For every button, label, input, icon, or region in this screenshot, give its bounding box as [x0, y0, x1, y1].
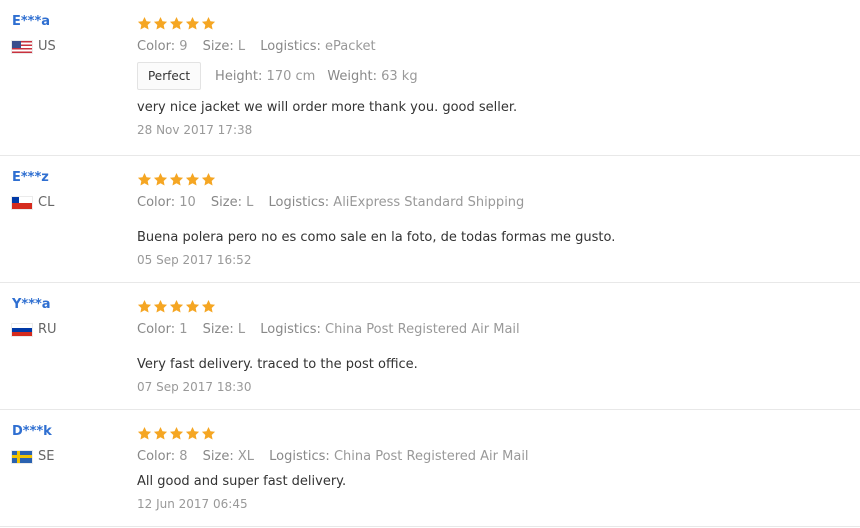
attr-logistics: Logistics: China Post Registered Air Mai…: [260, 322, 520, 337]
review-user: Y***a RU: [12, 297, 122, 337]
feedback-text: All good and super fast delivery.: [137, 474, 347, 489]
feedback-date: 28 Nov 2017 17:38: [137, 123, 253, 137]
star-icon: [201, 16, 216, 31]
user-country: CL: [12, 195, 122, 210]
review-content: Color: 1 Size: L Logistics: China Post R…: [137, 297, 847, 396]
star-icon: [169, 172, 184, 187]
star-icon: [137, 172, 152, 187]
attr-size: Size: L: [202, 322, 246, 337]
attr-size: Size: XL: [202, 449, 255, 464]
order-attributes: Color: 10 Size: L Logistics: AliExpress …: [137, 194, 847, 212]
star-icon: [153, 426, 168, 441]
user-country: US: [12, 39, 122, 54]
attr-color: Color: 9: [137, 39, 188, 54]
review-item: E***a US Color: 9 Size: L Logistics: ePa…: [0, 0, 860, 156]
country-code: SE: [38, 449, 55, 464]
star-icon: [201, 299, 216, 314]
order-attributes: Color: 8 Size: XL Logistics: China Post …: [137, 448, 847, 466]
review-user: E***z CL: [12, 170, 122, 210]
star-icon: [185, 426, 200, 441]
review-content: Color: 10 Size: L Logistics: AliExpress …: [137, 170, 847, 269]
star-icon: [137, 299, 152, 314]
user-name-link[interactable]: E***z: [12, 170, 122, 186]
attr-color: Color: 1: [137, 322, 188, 337]
feedback-text: Very fast delivery. traced to the post o…: [137, 357, 418, 372]
feedback-date: 07 Sep 2017 18:30: [137, 380, 252, 394]
buyer-height: Height: 170 cm: [215, 68, 316, 84]
star-icon: [185, 299, 200, 314]
order-attributes: Color: 9 Size: L Logistics: ePacket: [137, 38, 847, 56]
attr-size: Size: L: [202, 39, 246, 54]
order-attributes: Color: 1 Size: L Logistics: China Post R…: [137, 321, 847, 339]
user-name-link[interactable]: E***a: [12, 14, 122, 30]
star-icon: [153, 299, 168, 314]
review-user: E***a US: [12, 14, 122, 54]
star-icon: [137, 16, 152, 31]
us-flag-icon: [12, 40, 32, 53]
user-name-link[interactable]: Y***a: [12, 297, 122, 313]
star-icon: [185, 16, 200, 31]
country-code: US: [38, 39, 56, 54]
star-rating: [137, 297, 847, 315]
attr-logistics: Logistics: ePacket: [260, 39, 376, 54]
review-item: D***k SE Color: 8 Size: XL Logistics: Ch…: [0, 410, 860, 527]
user-country: SE: [12, 449, 122, 464]
attr-size: Size: L: [210, 195, 254, 210]
country-code: CL: [38, 195, 55, 210]
user-country: RU: [12, 322, 122, 337]
country-code: RU: [38, 322, 57, 337]
star-rating: [137, 424, 847, 442]
star-icon: [169, 426, 184, 441]
attr-color: Color: 10: [137, 195, 196, 210]
star-icon: [169, 299, 184, 314]
star-icon: [137, 426, 152, 441]
review-user: D***k SE: [12, 424, 122, 464]
buyer-details: Perfect Height: 170 cm Weight: 63 kg: [137, 62, 847, 90]
star-icon: [153, 172, 168, 187]
feedback-date: 12 Jun 2017 06:45: [137, 497, 248, 511]
star-icon: [201, 426, 216, 441]
feedback-text: Buena polera pero no es como sale en la …: [137, 230, 616, 245]
se-flag-icon: [12, 450, 32, 463]
star-icon: [185, 172, 200, 187]
review-item: Y***a RU Color: 1 Size: L Logistics: Chi…: [0, 283, 860, 410]
attr-color: Color: 8: [137, 449, 188, 464]
attr-logistics: Logistics: China Post Registered Air Mai…: [269, 449, 529, 464]
star-rating: [137, 14, 847, 32]
ru-flag-icon: [12, 323, 32, 336]
star-icon: [169, 16, 184, 31]
feedback-tag: Perfect: [137, 62, 202, 90]
review-list: E***a US Color: 9 Size: L Logistics: ePa…: [0, 0, 860, 527]
review-content: Color: 8 Size: XL Logistics: China Post …: [137, 424, 847, 513]
review-item: E***z CL Color: 10 Size: L Logistics: Al…: [0, 156, 860, 283]
attr-logistics: Logistics: AliExpress Standard Shipping: [268, 195, 525, 210]
star-icon: [153, 16, 168, 31]
buyer-weight: Weight: 63 kg: [327, 68, 418, 84]
star-rating: [137, 170, 847, 188]
user-name-link[interactable]: D***k: [12, 424, 122, 440]
feedback-date: 05 Sep 2017 16:52: [137, 253, 252, 267]
feedback-text: very nice jacket we will order more than…: [137, 100, 518, 115]
cl-flag-icon: [12, 196, 32, 209]
star-icon: [201, 172, 216, 187]
review-content: Color: 9 Size: L Logistics: ePacket Perf…: [137, 14, 847, 139]
